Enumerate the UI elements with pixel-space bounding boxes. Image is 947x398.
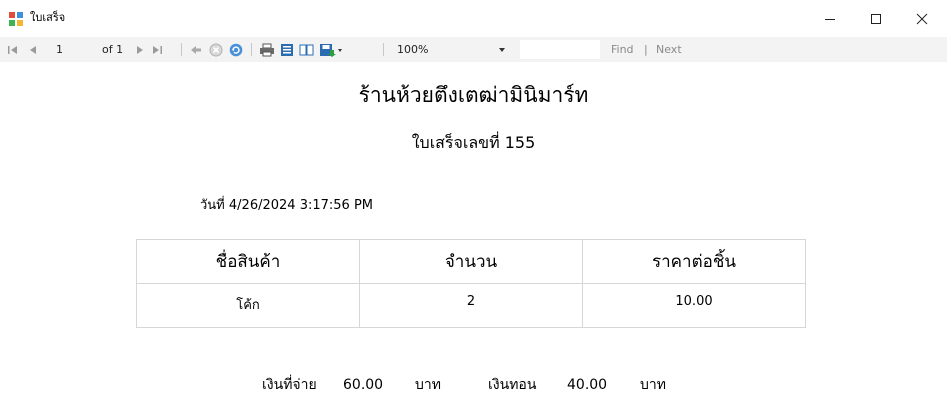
paid-label: เงินที่จ่าย — [262, 377, 317, 393]
refresh-button[interactable] — [228, 37, 244, 62]
back-button[interactable] — [189, 37, 203, 62]
minimize-icon — [825, 18, 835, 20]
maximize-icon — [871, 13, 881, 24]
next-page-icon — [137, 45, 143, 54]
refresh-icon — [229, 43, 243, 56]
change-amount: 40.00 — [567, 377, 608, 393]
table-header-row: ชื่อสินค้า จำนวน ราคาต่อชิ้น — [136, 239, 806, 284]
page-setup-button[interactable] — [298, 37, 316, 62]
page-setup-icon — [299, 44, 314, 55]
previous-page-icon — [30, 45, 36, 54]
toolbar-separator — [251, 43, 252, 56]
page-count-label: of 1 — [102, 43, 124, 56]
zoom-select[interactable]: 100% — [397, 43, 428, 56]
print-layout-button[interactable] — [278, 37, 296, 62]
last-page-icon — [153, 45, 162, 54]
table-row: โค้ก 2 10.00 — [136, 283, 806, 328]
toolbar-separator — [181, 43, 182, 56]
previous-page-button[interactable] — [26, 37, 40, 62]
app-icon — [9, 12, 23, 26]
cell-unit-price: 10.00 — [582, 283, 806, 328]
change-label: เงินทอน — [488, 377, 537, 393]
find-next-button[interactable]: Next — [656, 43, 682, 56]
first-page-icon — [8, 45, 17, 54]
report-toolbar: 1 of 1 100% Find | Next — [0, 37, 947, 62]
column-header-quantity: จำนวน — [359, 239, 583, 284]
title-bar: ใบเสร็จ — [0, 0, 947, 37]
paid-amount: 60.00 — [343, 377, 384, 393]
stop-icon — [209, 43, 223, 56]
next-page-button[interactable] — [134, 37, 146, 62]
paid-unit: บาท — [415, 377, 441, 393]
cell-quantity: 2 — [359, 283, 583, 328]
cell-product: โค้ก — [136, 283, 360, 328]
maximize-button[interactable] — [853, 0, 899, 37]
change-unit: บาท — [640, 377, 666, 393]
close-button[interactable] — [899, 0, 945, 37]
window-title: ใบเสร็จ — [30, 11, 66, 24]
items-table: ชื่อสินค้า จำนวน ราคาต่อชิ้น โค้ก 2 10.0… — [136, 239, 806, 328]
back-arrow-icon — [191, 45, 201, 54]
first-page-button[interactable] — [6, 37, 20, 62]
toolbar-separator — [383, 43, 384, 56]
date-value: 4/26/2024 3:17:56 PM — [228, 198, 373, 213]
save-icon — [320, 43, 342, 57]
current-page-input[interactable]: 1 — [56, 43, 63, 56]
stop-button[interactable] — [208, 37, 224, 62]
find-input[interactable] — [520, 40, 600, 59]
print-button[interactable] — [258, 37, 276, 62]
minimize-button[interactable] — [807, 0, 853, 37]
receipt-date: วันที่ 4/26/2024 3:17:56 PM — [200, 198, 373, 214]
find-button[interactable]: Find — [611, 43, 634, 56]
column-header-product: ชื่อสินค้า — [136, 239, 360, 284]
chevron-down-icon — [499, 47, 505, 52]
date-label: วันที่ — [200, 198, 225, 213]
find-separator: | — [644, 43, 648, 56]
print-icon — [260, 43, 274, 56]
store-name: ร้านห้วยตึงเตฒ่ามินิมาร์ท — [358, 83, 589, 107]
report-page: ร้านห้วยตึงเตฒ่ามินิมาร์ท ใบเสร็จเลขที่ … — [0, 62, 947, 398]
print-layout-icon — [281, 43, 293, 56]
export-button[interactable] — [318, 37, 344, 62]
close-icon — [916, 13, 928, 24]
last-page-button[interactable] — [150, 37, 164, 62]
receipt-title: ใบเสร็จเลขที่ 155 — [411, 133, 536, 152]
column-header-unit-price: ราคาต่อชิ้น — [582, 239, 806, 284]
zoom-dropdown-button[interactable] — [497, 37, 507, 62]
